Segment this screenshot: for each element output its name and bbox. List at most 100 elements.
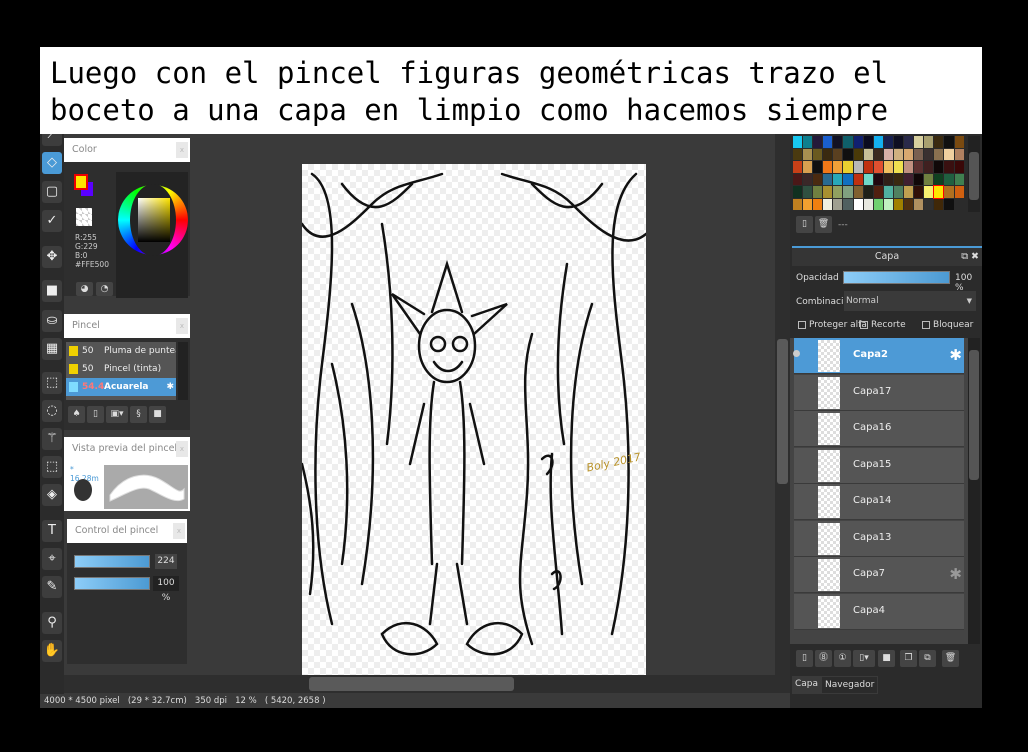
palette-swatch[interactable]: [924, 148, 934, 160]
layer-row[interactable]: Capa15: [794, 447, 964, 484]
palette-swatch[interactable]: [934, 173, 944, 185]
palette-swatch[interactable]: [934, 198, 944, 210]
folder-icon[interactable]: ■: [149, 406, 166, 423]
palette-swatch[interactable]: [843, 198, 853, 210]
palette-swatch[interactable]: [893, 198, 904, 210]
horizontal-scroll-thumb[interactable]: [309, 677, 514, 691]
palette-swatch[interactable]: [914, 173, 924, 185]
blend-mode-select[interactable]: Normal ▼: [844, 291, 976, 311]
brush-size-slider[interactable]: [74, 555, 150, 568]
palette-swatch[interactable]: [954, 186, 964, 198]
palette-swatch[interactable]: [904, 136, 914, 148]
palette-swatch[interactable]: [863, 186, 873, 198]
layer-folder-icon[interactable]: ■: [878, 650, 895, 667]
palette-swatch[interactable]: [904, 148, 914, 160]
brush-opacity-slider[interactable]: [74, 577, 150, 590]
palette-swatch[interactable]: [853, 186, 863, 198]
palette-swatch[interactable]: [944, 148, 954, 160]
palette-swatch[interactable]: [793, 173, 803, 185]
horizontal-scrollbar[interactable]: [64, 675, 775, 693]
brush-list-scrollbar[interactable]: [178, 342, 188, 400]
color-wheel[interactable]: [116, 172, 188, 298]
palette-swatch[interactable]: [873, 161, 883, 173]
close-icon[interactable]: x: [176, 318, 188, 334]
palette-swatch[interactable]: [914, 161, 924, 173]
palette-swatch[interactable]: [803, 148, 813, 160]
palette-swatch[interactable]: [893, 173, 904, 185]
palette-swatch[interactable]: [863, 198, 873, 210]
palette-swatch[interactable]: [863, 148, 873, 160]
palette-swatch[interactable]: [843, 186, 853, 198]
palette-swatch[interactable]: [863, 161, 873, 173]
palette-swatch[interactable]: [823, 136, 833, 148]
eraser-icon[interactable]: ◇: [42, 152, 62, 174]
layer-row[interactable]: Capa13: [794, 520, 964, 557]
palette-swatch[interactable]: [944, 198, 954, 210]
brush-settings-icon[interactable]: §: [130, 406, 147, 423]
palette-swatch[interactable]: [813, 198, 823, 210]
brush-item[interactable]: 50 Pincel (tinta): [66, 360, 176, 378]
palette-swatch[interactable]: [833, 173, 843, 185]
palette-swatch[interactable]: [933, 185, 945, 199]
palette-swatch[interactable]: [883, 186, 893, 198]
select-pen-icon[interactable]: ⬚: [42, 456, 62, 478]
tab-navegador[interactable]: Navegador: [821, 676, 879, 694]
palette-swatch[interactable]: [843, 161, 853, 173]
eyedropper-icon[interactable]: ⚲: [42, 612, 62, 634]
palette-swatch[interactable]: [924, 136, 934, 148]
palette-swatch[interactable]: [893, 161, 904, 173]
palette-swatch[interactable]: [833, 148, 843, 160]
merge-layer-icon[interactable]: ⧉: [919, 650, 936, 667]
palette-swatch[interactable]: [924, 161, 934, 173]
layer-opacity-slider[interactable]: [843, 271, 950, 284]
palette-swatch[interactable]: [904, 198, 914, 210]
vertical-scroll-thumb[interactable]: [777, 339, 788, 484]
brush-add-icon[interactable]: ♠: [68, 406, 85, 423]
bucket-icon[interactable]: ⛀: [42, 310, 62, 332]
palette-swatch[interactable]: [803, 136, 813, 148]
brush-size-value[interactable]: 224: [155, 554, 177, 569]
palette-swatch[interactable]: [883, 161, 893, 173]
text-icon[interactable]: T: [42, 520, 62, 542]
palette-scrollbar[interactable]: [968, 136, 980, 212]
palette-swatch[interactable]: [833, 136, 843, 148]
eye-icon[interactable]: [793, 350, 800, 357]
palette-swatch[interactable]: [843, 148, 853, 160]
close-icon[interactable]: x: [173, 523, 185, 539]
close-icon[interactable]: ✖: [971, 248, 979, 266]
palette-swatch[interactable]: [803, 173, 813, 185]
palette-swatch[interactable]: [823, 148, 833, 160]
pen-icon[interactable]: ✎: [42, 576, 62, 598]
palette-swatch[interactable]: [803, 161, 813, 173]
palette-swatch[interactable]: [904, 161, 914, 173]
palette-swatch[interactable]: [904, 173, 914, 185]
brush-icon[interactable]: ⟋: [42, 134, 62, 146]
palette-swatch[interactable]: [944, 186, 954, 198]
palette-swatch[interactable]: [944, 173, 954, 185]
add-special-layer-icon[interactable]: ▯▾: [853, 650, 875, 667]
palette-swatch[interactable]: [853, 173, 863, 185]
gradient-icon[interactable]: ▦: [42, 338, 62, 360]
palette-swatch[interactable]: [863, 136, 873, 148]
vertical-scrollbar[interactable]: [775, 134, 790, 693]
palette-swatch[interactable]: [833, 198, 843, 210]
palette-swatch[interactable]: [893, 136, 904, 148]
saturation-value-square[interactable]: [138, 198, 170, 242]
palette-swatch[interactable]: [944, 161, 954, 173]
palette-swatch[interactable]: [954, 136, 964, 148]
select-eraser-icon[interactable]: ◈: [42, 484, 62, 506]
color-picker-icon[interactable]: ◔: [96, 282, 113, 296]
clipping-checkbox[interactable]: Recorte: [860, 320, 906, 330]
rectangle-icon[interactable]: ▢: [42, 181, 62, 203]
brush-item[interactable]: 54.4Acuarela ✱: [66, 378, 176, 396]
palette-swatch[interactable]: [853, 136, 863, 148]
lock-checkbox[interactable]: Bloquear: [922, 320, 973, 330]
new-palette-icon[interactable]: ▯: [796, 216, 813, 233]
palette-swatch[interactable]: [853, 161, 863, 173]
palette-swatch[interactable]: [823, 198, 833, 210]
brush-opacity-value[interactable]: 100 %: [153, 576, 179, 603]
palette-swatch[interactable]: [813, 173, 823, 185]
palette-swatch[interactable]: [813, 161, 823, 173]
palette-swatch[interactable]: [823, 173, 833, 185]
palette-swatch[interactable]: [873, 198, 883, 210]
